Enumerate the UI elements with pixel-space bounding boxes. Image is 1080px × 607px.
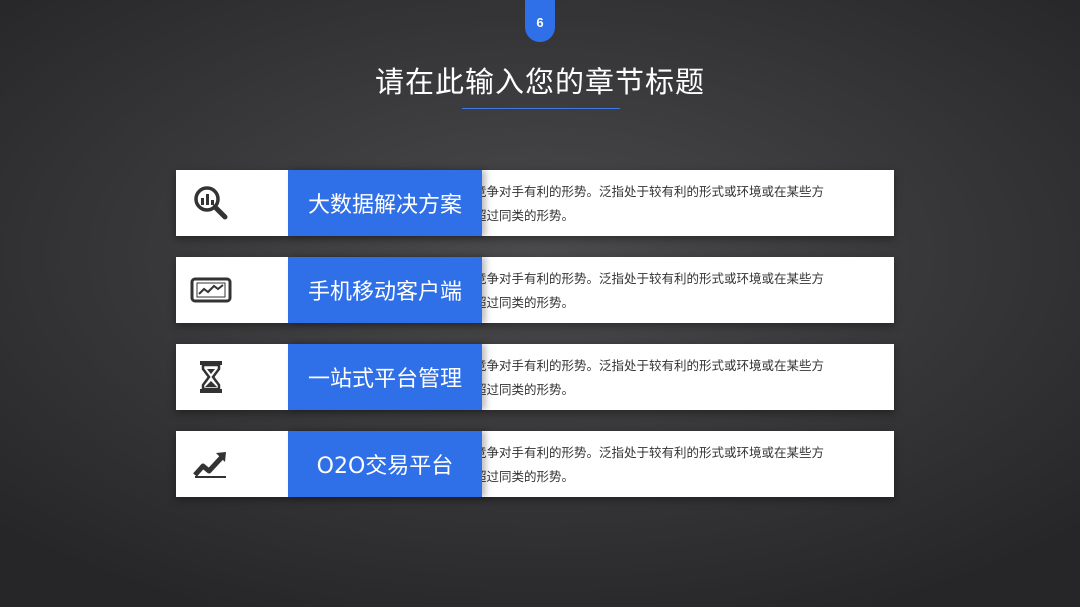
feature-label: 大数据解决方案 [288,170,482,236]
hourglass-icon [176,344,246,410]
tablet-chart-icon [176,257,246,323]
feature-row-4: O2O交易平台 竞争对手有利的形势。泛指处于较有利的形式或环境或在某些方 超过同… [176,431,894,497]
magnifier-chart-icon [176,170,246,236]
feature-label: O2O交易平台 [288,431,482,497]
description-line: 超过同类的形势。 [474,295,575,310]
feature-label: 一站式平台管理 [288,344,482,410]
feature-description: 竞争对手有利的形势。泛指处于较有利的形式或环境或在某些方 超过同类的形势。 [474,267,864,317]
feature-label: 手机移动客户端 [288,257,482,323]
description-line: 竞争对手有利的形势。泛指处于较有利的形式或环境或在某些方 [474,445,825,460]
section-title: 请在此输入您的章节标题 [374,65,705,99]
description-line: 超过同类的形势。 [474,469,575,484]
feature-description: 竞争对手有利的形势。泛指处于较有利的形式或环境或在某些方 超过同类的形势。 [474,441,864,491]
description-line: 超过同类的形势。 [474,208,575,223]
title-underline [462,108,620,109]
feature-description: 竞争对手有利的形势。泛指处于较有利的形式或环境或在某些方 超过同类的形势。 [474,354,864,404]
description-line: 竞争对手有利的形势。泛指处于较有利的形式或环境或在某些方 [474,358,825,373]
description-line: 竞争对手有利的形势。泛指处于较有利的形式或环境或在某些方 [474,271,825,286]
feature-row-2: 手机移动客户端 竞争对手有利的形势。泛指处于较有利的形式或环境或在某些方 超过同… [176,257,894,323]
trend-up-icon [176,431,246,497]
description-line: 竞争对手有利的形势。泛指处于较有利的形式或环境或在某些方 [474,184,825,199]
page-number-badge: 6 [525,0,555,42]
description-line: 超过同类的形势。 [474,382,575,397]
feature-row-1: 大数据解决方案 竞争对手有利的形势。泛指处于较有利的形式或环境或在某些方 超过同… [176,170,894,236]
feature-row-3: 一站式平台管理 竞争对手有利的形势。泛指处于较有利的形式或环境或在某些方 超过同… [176,344,894,410]
feature-description: 竞争对手有利的形势。泛指处于较有利的形式或环境或在某些方 超过同类的形势。 [474,180,864,230]
